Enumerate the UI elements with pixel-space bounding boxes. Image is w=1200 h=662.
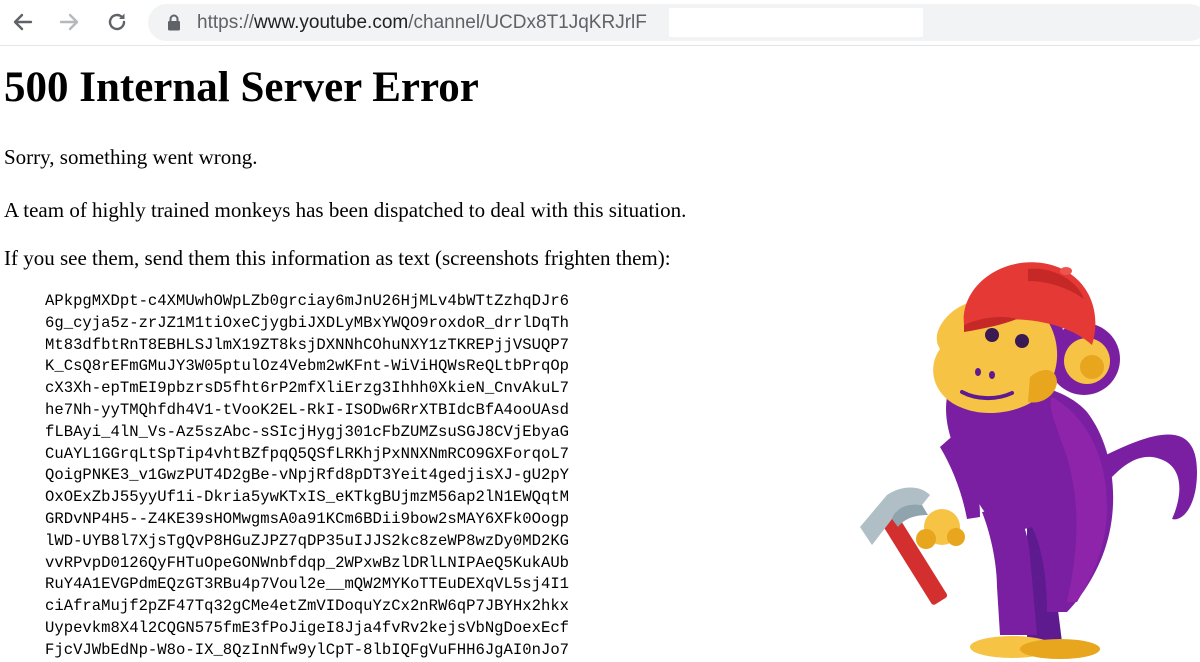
- monkeys-message: A team of highly trained monkeys has bee…: [4, 198, 687, 222]
- error-code-line: CuAYL1GGrqLtSpTip4vhtBZfpqQ5QSfLRKhjPxNN…: [45, 444, 570, 463]
- address-bar[interactable]: https://www.youtube.com/channel/UCDx8T1J…: [148, 4, 1200, 41]
- reload-button[interactable]: [102, 7, 132, 37]
- error-code-line: lWD-UYB8l7XjsTgQvP8HGuZJPZ7qDP35uIJJS2kc…: [45, 531, 570, 550]
- error-code-line: he7Nh-yyTMQhfdh4V1-tVooK2EL-RkI-ISODw6Rr…: [45, 400, 570, 419]
- error-code-line: Uypevkm8X4l2CQGN575fmE3fPoJigeI8Jja4fvRv…: [45, 618, 570, 637]
- arrow-right-icon: [59, 13, 79, 31]
- url-scheme: https://: [197, 12, 255, 33]
- browser-toolbar: https://www.youtube.com/channel/UCDx8T1J…: [0, 0, 1200, 46]
- error-code-line: QoigPNKE3_v1GwzPUT4D2gBe-vNpjRfd8pDT3Yei…: [45, 466, 570, 485]
- error-code-line: cX3Xh-epTmEI9pbzrsD5fht6rP2mfXliErzg3Ihh…: [45, 379, 570, 398]
- error-code-line: FjcVJWbEdNp-W8o-IX_8QzInNfw9ylCpT-8lbIQF…: [45, 640, 570, 659]
- page-title: 500 Internal Server Error: [4, 64, 479, 111]
- error-code-line: ciAfraMujf2pZF47Tq32gCMe4etZmVIDoquYzCx2…: [45, 597, 570, 616]
- redaction-box: [669, 8, 923, 37]
- error-code-line: 6g_cyja5z-zrJZ1M1tiOxeCjygbiJXDLyMBxYWQO…: [45, 313, 570, 332]
- page-content: 500 Internal Server Error Sorry, somethi…: [0, 45, 1200, 659]
- error-code-line: fLBAyi_4lN_Vs-Az5szAbc-sSIcjHygj301cFbZU…: [45, 422, 570, 441]
- error-code-line: K_CsQ8rEFmGMuJY3W05ptulOz4Vebm2wKFnt-WiV…: [45, 357, 570, 376]
- error-code-line: Mt83dfbtRnT8EBHLSJlmX19ZT8ksjDXNNhCOhuNX…: [45, 335, 570, 354]
- lock-icon: [168, 14, 180, 31]
- error-code-line: APkpgMXDpt-c4XMUwhOWpLZb0grciay6mJnU26Hj…: [45, 292, 570, 310]
- url-path: /channel/UCDx8T1JqKRJrlF: [408, 12, 647, 33]
- instructions-message: If you see them, send them this informat…: [4, 246, 671, 270]
- monkey-illustration: [860, 262, 1197, 659]
- error-code-block: APkpgMXDpt-c4XMUwhOWpLZb0grciay6mJnU26Hj…: [45, 291, 569, 662]
- reload-icon: [108, 13, 126, 31]
- error-code-line: vvRPvpD0126QyFHTuOpeGONWnbfdqp_2WPxwBzlD…: [45, 553, 570, 572]
- forward-button[interactable]: [54, 7, 84, 37]
- back-button[interactable]: [8, 7, 38, 37]
- url-host: www.youtube.com: [254, 12, 409, 33]
- arrow-left-icon: [13, 13, 33, 31]
- error-code-line: GRDvNP4H5--Z4KE39sHOMwgmsA0a91KCm6BDii9b…: [45, 509, 570, 528]
- error-code-line: RuY4A1EVGPdmEQzGT3RBu4p7Voul2e__mQW2MYKo…: [45, 575, 570, 594]
- error-code-line: OxOExZbJ55yyUf1i-Dkria5ywKTxIS_eKTkgBUjm…: [45, 488, 570, 507]
- url-text[interactable]: https://www.youtube.com/channel/UCDx8T1J…: [197, 12, 647, 33]
- error-message: Sorry, something went wrong.: [4, 145, 258, 169]
